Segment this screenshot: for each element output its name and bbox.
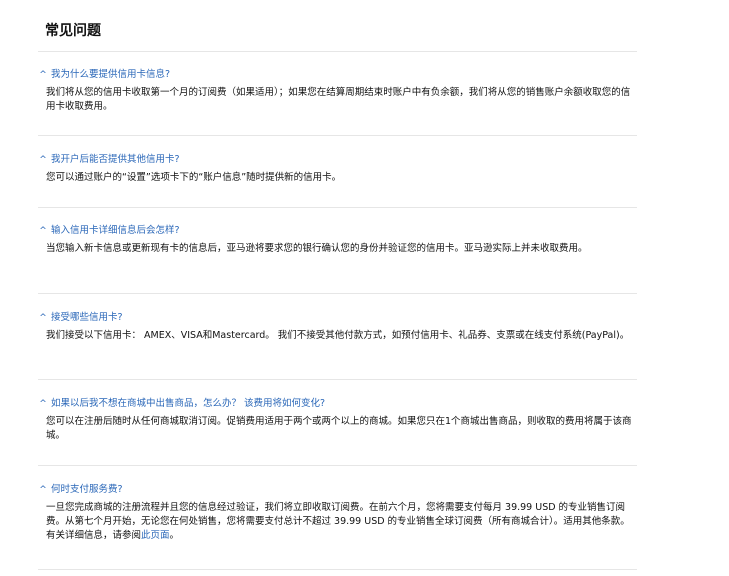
caret-up-icon: ^ bbox=[39, 313, 47, 323]
faq-question-text: 我为什么要提供信用卡信息? bbox=[51, 69, 171, 80]
faq-question[interactable]: ^ 我开户后能否提供其他信用卡? bbox=[38, 153, 638, 167]
faq-question-text: 输入信用卡详细信息后会怎样? bbox=[51, 225, 180, 236]
faq-answer: 我们接受以下信用卡： AMEX、VISA和Mastercard。 我们不接受其他… bbox=[46, 330, 630, 341]
faq-answer: 我们将从您的信用卡收取第一个月的订阅费（如果适用）；如果您在结算周期结束时账户中… bbox=[46, 87, 631, 112]
faq-answer: 您可以在注册后随时从任何商城取消订阅。促销费用适用于两个或两个以上的商城。如果您… bbox=[46, 416, 632, 441]
faq-item-stop-selling: ^ 如果以后我不想在商城中出售商品，怎么办？ 该费用将如何变化? 您可以在注册后… bbox=[38, 397, 638, 443]
faq-question-text: 我开户后能否提供其他信用卡? bbox=[51, 154, 180, 165]
faq-answer: 一旦您完成商城的注册流程并且您的信息经过验证，我们将立即收取订阅费。在前六个月，… bbox=[46, 501, 636, 543]
caret-up-icon: ^ bbox=[39, 485, 47, 495]
faq-question[interactable]: ^ 何时支付服务费? bbox=[38, 483, 638, 497]
faq-answer: 您可以通过账户的“设置”选项卡下的“账户信息”随时提供新的信用卡。 bbox=[46, 172, 342, 183]
this-page-link[interactable]: 此页面 bbox=[141, 530, 170, 541]
faq-question[interactable]: ^ 输入信用卡详细信息后会怎样? bbox=[38, 224, 638, 238]
faq-question[interactable]: ^ 我为什么要提供信用卡信息? bbox=[38, 68, 638, 82]
caret-up-icon: ^ bbox=[39, 155, 47, 165]
caret-up-icon: ^ bbox=[39, 399, 47, 409]
faq-question[interactable]: ^ 如果以后我不想在商城中出售商品，怎么办？ 该费用将如何变化? bbox=[38, 397, 638, 411]
divider bbox=[38, 293, 637, 294]
faq-item-other-card: ^ 我开户后能否提供其他信用卡? 您可以通过账户的“设置”选项卡下的“账户信息”… bbox=[38, 153, 638, 185]
divider bbox=[38, 465, 637, 466]
faq-item-when-pay: ^ 何时支付服务费? 一旦您完成商城的注册流程并且您的信息经过验证，我们将立即收… bbox=[38, 483, 638, 543]
caret-up-icon: ^ bbox=[39, 226, 47, 236]
caret-up-icon: ^ bbox=[39, 70, 47, 80]
divider bbox=[38, 569, 637, 570]
divider bbox=[38, 135, 637, 136]
faq-item-accepted-cards: ^ 接受哪些信用卡? 我们接受以下信用卡： AMEX、VISA和Masterca… bbox=[38, 311, 638, 343]
faq-question-text: 何时支付服务费? bbox=[51, 484, 123, 495]
divider bbox=[38, 379, 637, 380]
faq-item-credit-card-why: ^ 我为什么要提供信用卡信息? 我们将从您的信用卡收取第一个月的订阅费（如果适用… bbox=[38, 68, 638, 114]
divider bbox=[38, 207, 637, 208]
faq-panel: 常见问题 ^ 我为什么要提供信用卡信息? 我们将从您的信用卡收取第一个月的订阅费… bbox=[0, 0, 729, 576]
faq-question-text: 接受哪些信用卡? bbox=[51, 312, 123, 323]
divider bbox=[38, 51, 637, 52]
faq-answer-text: 一旦您完成商城的注册流程并且您的信息经过验证，我们将立即收取订阅费。在前六个月，… bbox=[46, 502, 630, 541]
page-title: 常见问题 bbox=[45, 23, 101, 39]
faq-answer-end: 。 bbox=[169, 530, 180, 541]
faq-question[interactable]: ^ 接受哪些信用卡? bbox=[38, 311, 638, 325]
faq-answer: 当您输入新卡信息或更新现有卡的信息后，亚马逊将要求您的银行确认您的身份并验证您的… bbox=[46, 243, 588, 254]
faq-question-text: 如果以后我不想在商城中出售商品，怎么办？ 该费用将如何变化? bbox=[51, 398, 326, 409]
faq-item-after-enter: ^ 输入信用卡详细信息后会怎样? 当您输入新卡信息或更新现有卡的信息后，亚马逊将… bbox=[38, 224, 638, 256]
